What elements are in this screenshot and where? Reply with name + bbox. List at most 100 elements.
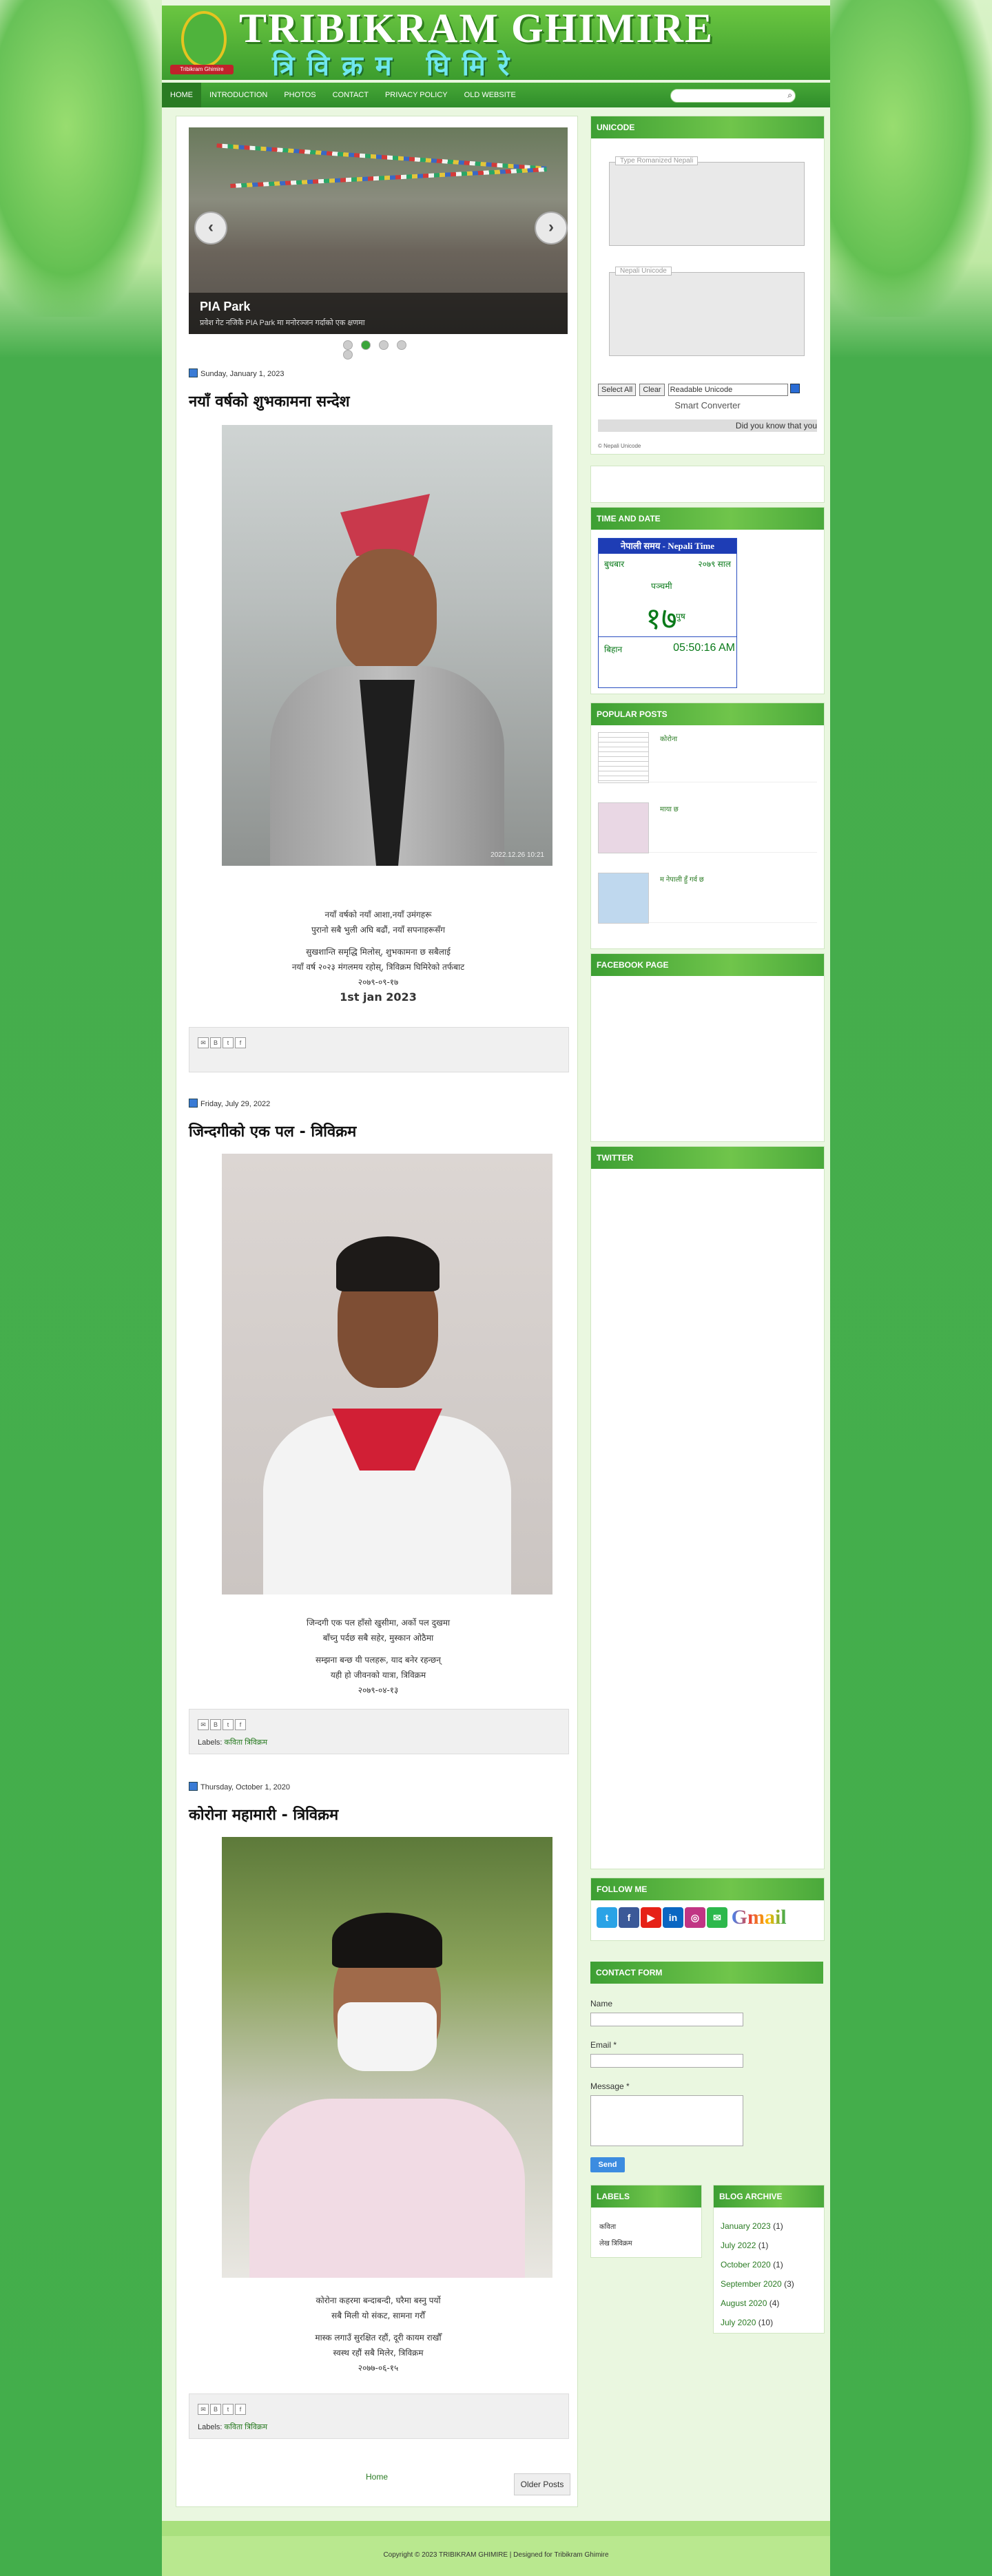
widget-title: POPULAR POSTS — [591, 703, 824, 725]
post-photo[interactable] — [222, 1154, 552, 1595]
nav-privacy-policy[interactable]: PRIVACY POLICY — [377, 83, 456, 107]
page-wrapper: Tribikram Ghimire TRIBIKRAM GHIMIRE त्रि… — [162, 0, 830, 2576]
time-date-widget: TIME AND DATE नेपाली समय - Nepali Time ब… — [590, 507, 825, 694]
archive-link[interactable]: October 2020 — [721, 2260, 771, 2269]
slider-dot[interactable] — [397, 340, 406, 350]
send-button[interactable]: Send — [590, 2157, 625, 2172]
poem-line: बाँच्नु पर्दछ सबै सहेर, मुस्कान ओठैमा — [322, 1633, 434, 1643]
label-link[interactable]: कविता — [599, 2221, 616, 2231]
clear-button[interactable]: Clear — [639, 384, 665, 396]
slider-prev-button[interactable]: ‹ — [194, 211, 227, 245]
mode-select[interactable]: Readable Unicode — [668, 384, 788, 396]
popular-post[interactable]: म नेपाली हुँ गर्व छ — [598, 867, 817, 924]
twitter-share-icon[interactable]: t — [223, 1719, 234, 1730]
widget-title: TIME AND DATE — [591, 508, 824, 530]
facebook-share-icon[interactable]: f — [235, 1037, 246, 1048]
archive-link[interactable]: July 2020 — [721, 2318, 756, 2327]
twitter-icon[interactable]: t — [597, 1907, 617, 1928]
email-share-icon[interactable]: ✉ — [198, 1719, 209, 1730]
facebook-share-icon[interactable]: f — [235, 2404, 246, 2415]
calendar-icon — [189, 368, 198, 377]
social-icons: t f ▶ in ◎ ✉ Gmail — [597, 1907, 787, 1928]
search-icon[interactable]: ⌕ — [787, 90, 792, 101]
poem-line: जिन्दगी एक पल हाँसो खुसीमा, अर्को पल दुख… — [306, 1618, 451, 1628]
twitter-share-icon[interactable]: t — [223, 2404, 234, 2415]
popular-post-title[interactable]: कोरोना — [660, 734, 677, 743]
image-slider: PIA Park प्रवेश गेट नजिकै PIA Park मा मन… — [189, 127, 568, 360]
youtube-icon[interactable]: ▶ — [641, 1907, 661, 1928]
nav-photos[interactable]: PHOTOS — [276, 83, 324, 107]
post-photo[interactable] — [222, 1837, 552, 2278]
message-field[interactable] — [590, 2095, 743, 2146]
label-link[interactable]: लेख त्रिविक्रम — [599, 2238, 632, 2247]
twitter-widget: TWITTER — [590, 1146, 825, 1869]
archive-link[interactable]: August 2020 — [721, 2298, 767, 2308]
slider-dot[interactable] — [379, 340, 389, 350]
share-icons: ✉ Bt f — [198, 1719, 247, 1730]
slide-title: PIA Park — [200, 300, 251, 313]
romanized-input[interactable]: Type Romanized Nepali — [609, 156, 805, 246]
slider-dot[interactable] — [343, 340, 353, 350]
facebook-icon[interactable]: f — [619, 1907, 639, 1928]
post-title[interactable]: जिन्दगीको एक पल - त्रिविक्रम — [189, 1121, 568, 1141]
popular-post-title[interactable]: माया छ — [660, 804, 679, 813]
slider-dot[interactable] — [343, 350, 353, 360]
nav-old-website[interactable]: OLD WEBSITE — [456, 83, 524, 107]
nepali-unicode-link[interactable]: © Nepali Unicode — [598, 443, 641, 449]
gmail-icon[interactable]: Gmail — [732, 1907, 787, 1928]
post-date-text: Sunday, January 1, 2023 — [200, 370, 285, 378]
older-posts-button[interactable]: Older Posts — [514, 2473, 570, 2495]
name-field[interactable] — [590, 2013, 743, 2026]
blog-share-icon[interactable]: B — [210, 1719, 221, 1730]
follow-widget: FOLLOW ME t f ▶ in ◎ ✉ Gmail — [590, 1878, 825, 1941]
search-input[interactable]: ⌕ — [670, 89, 796, 103]
mode-checkbox[interactable] — [789, 384, 800, 393]
popular-post[interactable]: कोरोना — [598, 727, 817, 783]
message-label: Message * — [590, 2081, 630, 2091]
face — [336, 549, 437, 673]
site-title[interactable]: TRIBIKRAM GHIMIRE — [239, 6, 714, 51]
prayer-flags — [216, 143, 547, 171]
archive-link[interactable]: July 2022 — [721, 2241, 756, 2250]
archive-item: January 2023 (1) — [721, 2221, 783, 2231]
post-thumbnail[interactable] — [598, 873, 649, 924]
facebook-share-icon[interactable]: f — [235, 1719, 246, 1730]
slide-caption: PIA Park प्रवेश गेट नजिकै PIA Park मा मन… — [189, 293, 568, 334]
logo-emblem[interactable]: Tribikram Ghimire — [170, 10, 234, 74]
popular-post[interactable]: माया छ — [598, 797, 817, 853]
post-title[interactable]: नयाँ वर्षको शुभकामना सन्देश — [189, 391, 568, 411]
unicode-output[interactable]: Nepali Unicode — [609, 267, 805, 356]
email-share-icon[interactable]: ✉ — [198, 2404, 209, 2415]
post-title[interactable]: कोरोना महामारी - त्रिविक्रम — [189, 1804, 568, 1825]
slider-next-button[interactable]: › — [535, 211, 568, 245]
label-link[interactable]: कविता त्रिविक्रम — [225, 1738, 268, 1747]
post-photo[interactable]: 2022.12.26 10:21 — [222, 425, 552, 866]
blog-share-icon[interactable]: B — [210, 1037, 221, 1048]
poem-line: मास्क लगाउँ सुरक्षित रहौं, दूरी कायम राख… — [315, 2333, 442, 2343]
post-thumbnail[interactable] — [598, 732, 649, 783]
clock-time: 05:50:16 AM — [673, 642, 735, 654]
email-field[interactable] — [590, 2054, 743, 2068]
label-link[interactable]: कविता त्रिविक्रम — [225, 2423, 268, 2431]
email-icon[interactable]: ✉ — [707, 1907, 727, 1928]
poem-line: सुखशान्ति समृद्धि मिलोस्, शुभकामना छ सबै… — [306, 947, 451, 957]
slider-dot[interactable] — [361, 340, 371, 350]
post-thumbnail[interactable] — [598, 802, 649, 853]
nav-home[interactable]: HOME — [162, 83, 201, 107]
popular-post-title[interactable]: म नेपाली हुँ गर्व छ — [660, 874, 704, 884]
select-all-button[interactable]: Select All — [598, 384, 637, 396]
dhaka-topi — [340, 494, 430, 556]
blog-share-icon[interactable]: B — [210, 2404, 221, 2415]
prayer-flags — [230, 167, 547, 189]
linkedin-icon[interactable]: in — [663, 1907, 683, 1928]
poem-line: २०७९-०९-१७ — [358, 977, 399, 987]
nav-contact[interactable]: CONTACT — [324, 83, 377, 107]
slide-image[interactable]: PIA Park प्रवेश गेट नजिकै PIA Park मा मन… — [189, 127, 568, 334]
email-label: Email * — [590, 2040, 617, 2050]
email-share-icon[interactable]: ✉ — [198, 1037, 209, 1048]
archive-link[interactable]: January 2023 — [721, 2221, 771, 2231]
instagram-icon[interactable]: ◎ — [685, 1907, 705, 1928]
archive-link[interactable]: September 2020 — [721, 2279, 782, 2289]
nav-introduction[interactable]: INTRODUCTION — [201, 83, 276, 107]
twitter-share-icon[interactable]: t — [223, 1037, 234, 1048]
